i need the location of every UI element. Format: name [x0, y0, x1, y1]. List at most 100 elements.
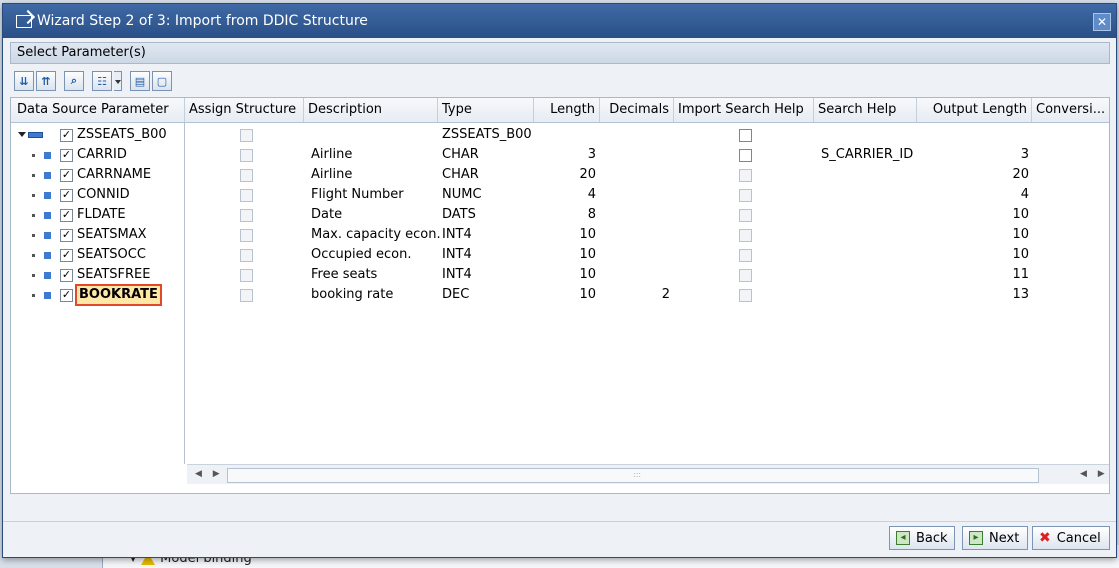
field-output-length: 10	[1012, 247, 1029, 262]
field-checkbox[interactable]: ✓	[60, 229, 73, 242]
field-output-length: 20	[1012, 167, 1029, 182]
field-length: 10	[579, 267, 596, 282]
field-name: SEATSMAX	[77, 227, 147, 242]
tree-item[interactable]: ✓ CONNID	[11, 185, 183, 205]
field-description: Free seats	[311, 267, 378, 282]
col-import-search-help[interactable]: Import Search Help	[674, 98, 814, 122]
assign-structure-checkbox	[240, 189, 253, 202]
col-data-source-parameter[interactable]: Data Source Parameter	[11, 98, 185, 122]
layout-icon[interactable]: ☷	[92, 71, 112, 91]
field-output-length: 4	[1020, 187, 1029, 202]
import-search-help-checkbox[interactable]	[739, 129, 752, 142]
col-output-length[interactable]: Output Length	[917, 98, 1032, 122]
cancel-label: Cancel	[1056, 530, 1101, 546]
col-conversion[interactable]: Conversi...	[1032, 98, 1109, 122]
tree-line-icon	[32, 154, 35, 157]
tree-item[interactable]: ✓ SEATSFREE	[11, 265, 183, 285]
tree-line-icon	[32, 174, 35, 177]
structure-icon	[28, 132, 43, 138]
field-icon	[44, 232, 51, 239]
field-search-help: S_CARRIER_ID	[821, 147, 914, 162]
collapse-all-icon[interactable]: ⇈	[36, 71, 56, 91]
field-icon	[44, 212, 51, 219]
next-icon: ▸	[969, 531, 983, 545]
assign-structure-checkbox	[240, 269, 253, 282]
field-output-length: 13	[1012, 287, 1029, 302]
section-title: Select Parameter(s)	[10, 42, 1110, 64]
col-search-help[interactable]: Search Help	[814, 98, 917, 122]
next-label: Next	[989, 530, 1020, 546]
field-checkbox[interactable]: ✓	[60, 189, 73, 202]
field-type: DEC	[442, 287, 470, 302]
tree-item[interactable]: ✓ BOOKRATE	[11, 284, 183, 306]
assign-structure-checkbox	[240, 209, 253, 222]
expand-all-icon[interactable]: ⇊	[14, 71, 34, 91]
field-description: Date	[311, 207, 343, 222]
scroll-track[interactable]: :::	[227, 468, 1039, 483]
field-name: CARRID	[77, 147, 127, 162]
tree-item[interactable]: ✓ CARRID	[11, 145, 183, 165]
field-output-length: 11	[1012, 267, 1029, 282]
field-type: NUMC	[442, 187, 482, 202]
field-decimals: 2	[661, 287, 670, 302]
field-description: Airline	[311, 147, 353, 162]
field-length: 4	[587, 187, 596, 202]
import-search-help-checkbox	[739, 209, 752, 222]
select-all-icon[interactable]: ▤	[130, 71, 150, 91]
back-icon: ◂	[896, 531, 910, 545]
scroll-arrows-right-icon[interactable]: ◀ ▶	[1080, 469, 1109, 479]
field-length: 20	[579, 167, 596, 182]
import-search-help-checkbox	[739, 229, 752, 242]
back-button[interactable]: ◂ Back	[889, 526, 955, 550]
tree-item[interactable]: ✓ SEATSOCC	[11, 245, 183, 265]
close-button[interactable]: ✕	[1093, 13, 1111, 31]
field-description: Occupied econ.	[311, 247, 412, 262]
toolbar: ⇊ ⇈ ⌕ ☷ ▤ ▢	[14, 69, 172, 93]
field-icon	[44, 152, 51, 159]
field-name: CONNID	[77, 187, 130, 202]
table-header: Data Source Parameter Assign Structure D…	[11, 98, 1109, 123]
tree-root[interactable]: ✓ ZSSEATS_B00	[11, 125, 183, 145]
field-output-length: 3	[1020, 147, 1029, 162]
col-decimals[interactable]: Decimals	[600, 98, 674, 122]
field-checkbox[interactable]: ✓	[60, 289, 73, 302]
field-output-length: 10	[1012, 207, 1029, 222]
tree-line-icon	[32, 274, 35, 277]
field-description: Airline	[311, 167, 353, 182]
field-icon	[44, 272, 51, 279]
field-checkbox[interactable]: ✓	[60, 209, 73, 222]
cancel-button[interactable]: ✖ Cancel	[1032, 526, 1110, 550]
assign-structure-checkbox	[240, 169, 253, 182]
field-checkbox[interactable]: ✓	[60, 149, 73, 162]
next-button[interactable]: ▸ Next	[962, 526, 1028, 550]
horizontal-scrollbar[interactable]: ◀ ▶ ::: ◀ ▶	[187, 464, 1109, 484]
field-checkbox[interactable]: ✓	[60, 269, 73, 282]
root-checkbox[interactable]: ✓	[60, 129, 73, 142]
cancel-icon: ✖	[1039, 530, 1051, 546]
find-icon[interactable]: ⌕	[64, 71, 84, 91]
scroll-arrows-icon[interactable]: ◀ ▶	[195, 469, 224, 479]
field-checkbox[interactable]: ✓	[60, 169, 73, 182]
import-search-help-checkbox	[739, 249, 752, 262]
field-length: 10	[579, 227, 596, 242]
col-description[interactable]: Description	[304, 98, 438, 122]
tree-item[interactable]: ✓ CARRNAME	[11, 165, 183, 185]
tree-item[interactable]: ✓ FLDATE	[11, 205, 183, 225]
tree-line-icon	[32, 214, 35, 217]
collapse-arrow-icon[interactable]	[18, 132, 26, 137]
dialog-title: Wizard Step 2 of 3: Import from DDIC Str…	[37, 13, 368, 29]
field-length: 3	[587, 147, 596, 162]
import-search-help-checkbox[interactable]	[739, 149, 752, 162]
field-type: CHAR	[442, 167, 479, 182]
col-type[interactable]: Type	[438, 98, 534, 122]
field-checkbox[interactable]: ✓	[60, 249, 73, 262]
title-bar: Wizard Step 2 of 3: Import from DDIC Str…	[3, 4, 1116, 38]
layout-dropdown[interactable]	[114, 71, 122, 91]
field-type: DATS	[442, 207, 476, 222]
col-assign-structure[interactable]: Assign Structure	[185, 98, 304, 122]
deselect-all-icon[interactable]: ▢	[152, 71, 172, 91]
col-length[interactable]: Length	[534, 98, 600, 122]
field-name: BOOKRATE	[75, 284, 162, 306]
field-length: 10	[579, 247, 596, 262]
tree-item[interactable]: ✓ SEATSMAX	[11, 225, 183, 245]
